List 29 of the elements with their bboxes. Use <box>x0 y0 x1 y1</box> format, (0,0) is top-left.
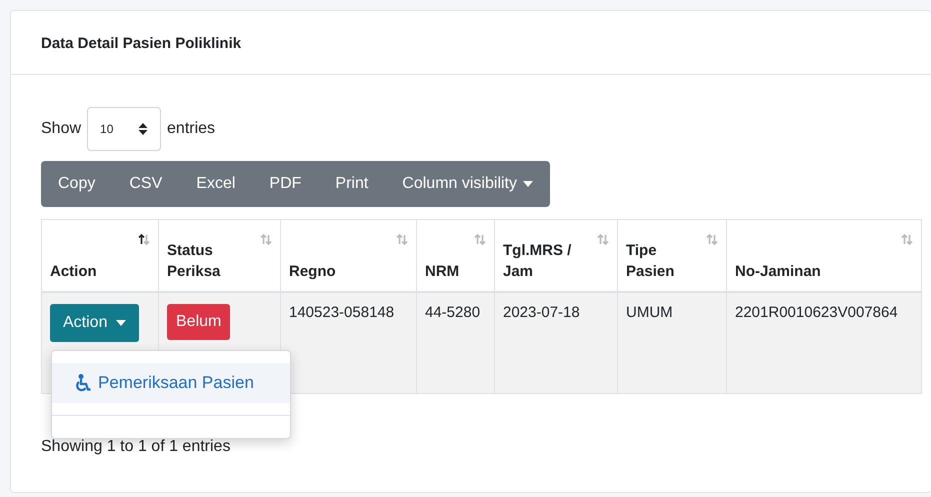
table-cell: 2201R0010623V007864 <box>726 292 922 393</box>
sort-icon <box>260 234 272 245</box>
caret-icon <box>116 320 126 326</box>
table-info: Showing 1 to 1 of 1 entries <box>41 438 232 456</box>
sort-icon <box>901 234 913 245</box>
sort-icon <box>597 234 609 245</box>
table-cell: 2023-07-18 <box>494 292 618 393</box>
card-title: Data Detail Pasien Poliklinik <box>11 11 931 75</box>
table-cell: 44-5280 <box>416 292 494 393</box>
wheelchair-icon <box>74 374 92 392</box>
sort-icon <box>396 234 408 245</box>
sort-icon <box>706 234 718 245</box>
export-button[interactable]: CSV <box>112 161 180 207</box>
column-visibility-button[interactable]: Column visibility <box>385 161 550 207</box>
sort-icon <box>474 234 486 245</box>
page-length-select[interactable]: 10 <box>87 107 162 151</box>
export-button[interactable]: Print <box>318 161 386 207</box>
export-button[interactable]: Excel <box>179 161 252 207</box>
menu-item[interactable]: Pemeriksaan Pasien <box>52 363 290 403</box>
table-cell: UMUM <box>618 292 726 393</box>
sort-icon <box>138 234 150 245</box>
status-badge: Belum <box>167 304 230 340</box>
updown-caret-icon <box>138 122 148 136</box>
export-button[interactable]: PDF <box>252 161 318 207</box>
show-label: Show <box>41 120 82 138</box>
action-dropdown-button[interactable]: Action <box>50 304 140 342</box>
export-button[interactable]: Copy <box>41 161 112 207</box>
entries-label: entries <box>167 120 216 138</box>
caret-icon <box>523 181 533 187</box>
